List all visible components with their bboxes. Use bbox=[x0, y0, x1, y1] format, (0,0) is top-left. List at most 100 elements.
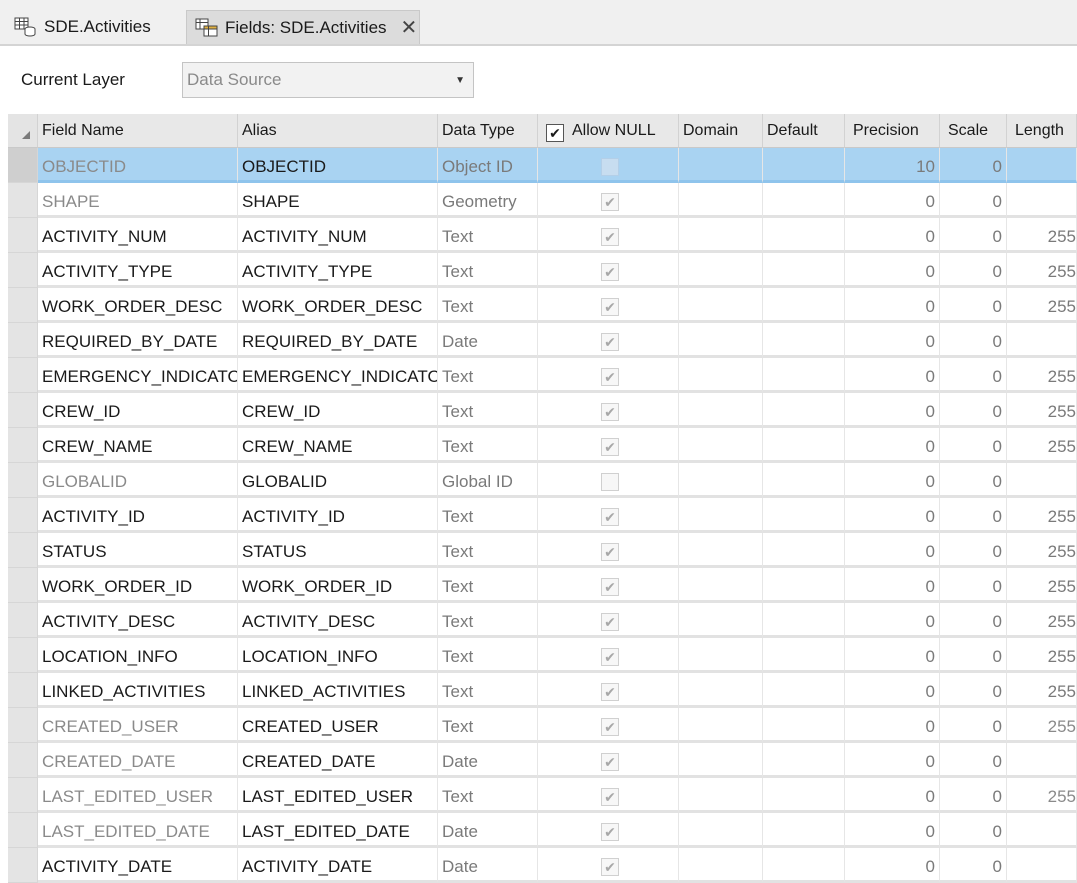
allow-null-cell[interactable]: ✔ bbox=[538, 778, 679, 813]
field-name-cell[interactable]: GLOBALID bbox=[38, 463, 238, 498]
allow-null-checkbox[interactable]: ✔ bbox=[601, 788, 619, 806]
row-selector[interactable] bbox=[8, 638, 38, 673]
default-cell[interactable] bbox=[763, 288, 845, 323]
allow-null-checkbox[interactable]: ✔ bbox=[601, 193, 619, 211]
field-name-cell[interactable]: ACTIVITY_DATE bbox=[38, 848, 238, 883]
domain-cell[interactable] bbox=[679, 358, 763, 393]
scale-cell[interactable]: 0 bbox=[940, 603, 1007, 638]
data-type-cell[interactable]: Text bbox=[438, 708, 538, 743]
scale-cell[interactable]: 0 bbox=[940, 848, 1007, 883]
allow-null-cell[interactable]: ✔ bbox=[538, 218, 679, 253]
table-row[interactable]: WORK_ORDER_DESC WORK_ORDER_DESC Text ✔ 0 0 255 bbox=[8, 288, 1077, 323]
allow-null-cell[interactable]: ✔ bbox=[538, 533, 679, 568]
table-row[interactable]: CREW_NAME CREW_NAME Text ✔ 0 0 255 bbox=[8, 428, 1077, 463]
field-name-cell[interactable]: ACTIVITY_NUM bbox=[38, 218, 238, 253]
length-cell[interactable] bbox=[1007, 148, 1077, 183]
data-type-cell[interactable]: Date bbox=[438, 848, 538, 883]
row-selector[interactable] bbox=[8, 218, 38, 253]
alias-cell[interactable]: SHAPE bbox=[238, 183, 438, 218]
default-cell[interactable] bbox=[763, 393, 845, 428]
data-type-cell[interactable]: Text bbox=[438, 498, 538, 533]
column-header-data-type[interactable]: Data Type bbox=[438, 114, 538, 148]
precision-cell[interactable]: 0 bbox=[845, 393, 940, 428]
table-row[interactable]: SHAPE SHAPE Geometry ✔ 0 0 bbox=[8, 183, 1077, 218]
precision-cell[interactable]: 0 bbox=[845, 358, 940, 393]
allow-null-cell[interactable]: ✔ bbox=[538, 288, 679, 323]
default-cell[interactable] bbox=[763, 428, 845, 463]
precision-cell[interactable]: 0 bbox=[845, 533, 940, 568]
field-name-cell[interactable]: LOCATION_INFO bbox=[38, 638, 238, 673]
data-type-cell[interactable]: Text bbox=[438, 568, 538, 603]
precision-cell[interactable]: 0 bbox=[845, 218, 940, 253]
row-selector[interactable] bbox=[8, 673, 38, 708]
table-row[interactable]: LOCATION_INFO LOCATION_INFO Text ✔ 0 0 255 bbox=[8, 638, 1077, 673]
default-cell[interactable] bbox=[763, 253, 845, 288]
default-cell[interactable] bbox=[763, 498, 845, 533]
column-header-allow-null[interactable]: ✔ Allow NULL bbox=[538, 114, 679, 148]
length-cell[interactable]: 255 bbox=[1007, 428, 1077, 463]
row-selector[interactable] bbox=[8, 323, 38, 358]
field-name-cell[interactable]: EMERGENCY_INDICATOR bbox=[38, 358, 238, 393]
allow-null-checkbox[interactable]: ✔ bbox=[601, 298, 619, 316]
scale-cell[interactable]: 0 bbox=[940, 183, 1007, 218]
domain-cell[interactable] bbox=[679, 218, 763, 253]
allow-null-checkbox[interactable]: ✔ bbox=[601, 753, 619, 771]
field-name-cell[interactable]: LINKED_ACTIVITIES bbox=[38, 673, 238, 708]
domain-cell[interactable] bbox=[679, 813, 763, 848]
length-cell[interactable] bbox=[1007, 743, 1077, 778]
column-header-default[interactable]: Default bbox=[763, 114, 845, 148]
scale-cell[interactable]: 0 bbox=[940, 218, 1007, 253]
default-cell[interactable] bbox=[763, 568, 845, 603]
default-cell[interactable] bbox=[763, 218, 845, 253]
allow-null-cell[interactable]: ✔ bbox=[538, 463, 679, 498]
alias-cell[interactable]: ACTIVITY_DATE bbox=[238, 848, 438, 883]
domain-cell[interactable] bbox=[679, 288, 763, 323]
precision-cell[interactable]: 0 bbox=[845, 253, 940, 288]
alias-cell[interactable]: LINKED_ACTIVITIES bbox=[238, 673, 438, 708]
precision-cell[interactable]: 0 bbox=[845, 673, 940, 708]
row-selector[interactable] bbox=[8, 603, 38, 638]
data-type-cell[interactable]: Date bbox=[438, 743, 538, 778]
domain-cell[interactable] bbox=[679, 148, 763, 183]
default-cell[interactable] bbox=[763, 673, 845, 708]
allow-null-cell[interactable]: ✔ bbox=[538, 638, 679, 673]
allow-null-checkbox[interactable]: ✔ bbox=[601, 858, 619, 876]
scale-cell[interactable]: 0 bbox=[940, 148, 1007, 183]
precision-cell[interactable]: 0 bbox=[845, 778, 940, 813]
default-cell[interactable] bbox=[763, 323, 845, 358]
table-row[interactable]: ACTIVITY_ID ACTIVITY_ID Text ✔ 0 0 255 bbox=[8, 498, 1077, 533]
allow-null-checkbox[interactable]: ✔ bbox=[601, 368, 619, 386]
length-cell[interactable]: 255 bbox=[1007, 498, 1077, 533]
length-cell[interactable]: 255 bbox=[1007, 568, 1077, 603]
allow-null-cell[interactable]: ✔ bbox=[538, 603, 679, 638]
allow-null-checkbox[interactable]: ✔ bbox=[601, 718, 619, 736]
precision-cell[interactable]: 0 bbox=[845, 848, 940, 883]
length-cell[interactable]: 255 bbox=[1007, 253, 1077, 288]
scale-cell[interactable]: 0 bbox=[940, 673, 1007, 708]
field-name-cell[interactable]: CREATED_DATE bbox=[38, 743, 238, 778]
row-selector[interactable] bbox=[8, 253, 38, 288]
table-row[interactable]: LAST_EDITED_DATE LAST_EDITED_DATE Date ✔ 0 0 bbox=[8, 813, 1077, 848]
data-type-cell[interactable]: Text bbox=[438, 778, 538, 813]
column-header-domain[interactable]: Domain bbox=[679, 114, 763, 148]
precision-cell[interactable]: 0 bbox=[845, 813, 940, 848]
scale-cell[interactable]: 0 bbox=[940, 533, 1007, 568]
domain-cell[interactable] bbox=[679, 743, 763, 778]
scale-cell[interactable]: 0 bbox=[940, 778, 1007, 813]
allow-null-cell[interactable]: ✔ bbox=[538, 148, 679, 183]
field-name-cell[interactable]: CREW_ID bbox=[38, 393, 238, 428]
default-cell[interactable] bbox=[763, 183, 845, 218]
allow-null-cell[interactable]: ✔ bbox=[538, 708, 679, 743]
allow-null-checkbox[interactable]: ✔ bbox=[601, 158, 619, 176]
default-cell[interactable] bbox=[763, 778, 845, 813]
scale-cell[interactable]: 0 bbox=[940, 428, 1007, 463]
allow-null-cell[interactable]: ✔ bbox=[538, 393, 679, 428]
data-type-cell[interactable]: Text bbox=[438, 533, 538, 568]
select-all-corner[interactable] bbox=[8, 114, 38, 148]
length-cell[interactable]: 255 bbox=[1007, 288, 1077, 323]
allow-null-checkbox[interactable]: ✔ bbox=[601, 613, 619, 631]
precision-cell[interactable]: 0 bbox=[845, 428, 940, 463]
length-cell[interactable]: 255 bbox=[1007, 358, 1077, 393]
domain-cell[interactable] bbox=[679, 323, 763, 358]
domain-cell[interactable] bbox=[679, 183, 763, 218]
